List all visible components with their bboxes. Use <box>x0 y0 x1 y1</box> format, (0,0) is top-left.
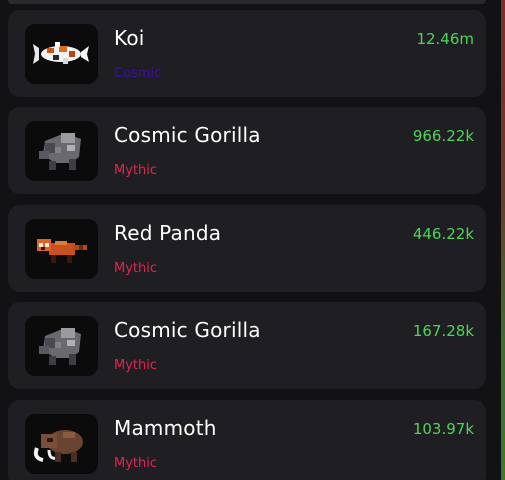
pet-list: Koi Cosmic 12.46m Cosmic Gorilla Mythic … <box>8 0 486 480</box>
pet-name: Red Panda <box>114 221 222 245</box>
pet-rarity: Mythic <box>114 456 158 471</box>
pet-value: 446.22k <box>412 225 474 243</box>
pet-thumbnail <box>25 414 98 474</box>
pet-name: Cosmic Gorilla <box>114 123 261 147</box>
pet-thumbnail <box>25 121 98 181</box>
pet-value: 12.46m <box>416 30 474 48</box>
pet-rarity: Mythic <box>114 261 158 276</box>
pet-name: Koi <box>114 26 145 50</box>
pet-value: 966.22k <box>412 127 474 145</box>
pet-thumbnail <box>25 219 98 279</box>
pet-value: 167.28k <box>412 322 474 340</box>
scrollbar-accent <box>501 0 505 480</box>
pet-card-mammoth[interactable]: Mammoth Mythic 103.97k <box>8 400 486 480</box>
pet-rarity: Cosmic <box>114 66 162 81</box>
pet-card-red-panda[interactable]: Red Panda Mythic 446.22k <box>8 205 486 292</box>
pet-card-cosmic-gorilla[interactable]: Cosmic Gorilla Mythic 167.28k <box>8 302 486 389</box>
pet-rarity: Mythic <box>114 358 158 373</box>
mammoth-icon <box>33 430 83 462</box>
red-panda-icon <box>37 239 87 263</box>
gorilla-icon <box>39 328 81 365</box>
pet-value: 103.97k <box>412 420 474 438</box>
pet-thumbnail <box>25 24 98 84</box>
pet-rarity: Mythic <box>114 163 158 178</box>
pet-card-cosmic-gorilla[interactable]: Cosmic Gorilla Mythic 966.22k <box>8 107 486 194</box>
gorilla-icon <box>39 133 81 170</box>
pet-card-koi[interactable]: Koi Cosmic 12.46m <box>8 10 486 97</box>
koi-fish-icon <box>33 42 89 64</box>
pet-thumbnail <box>25 316 98 376</box>
pet-list-panel: Koi Cosmic 12.46m Cosmic Gorilla Mythic … <box>0 0 505 480</box>
pet-name: Mammoth <box>114 416 217 440</box>
pet-name: Cosmic Gorilla <box>114 318 261 342</box>
